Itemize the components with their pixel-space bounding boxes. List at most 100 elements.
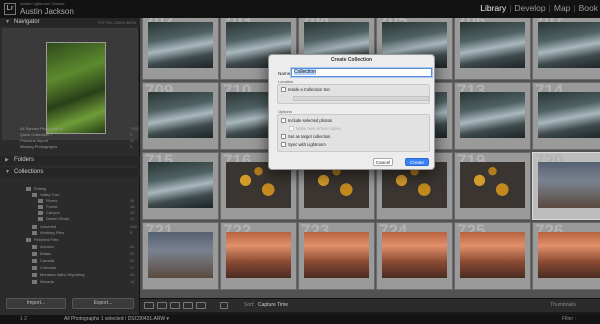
people-view-icon[interactable] [196,302,206,309]
grid-cell[interactable]: 706 [454,18,531,80]
collection-item[interactable]: Montana Idaho Wyoming 26 [32,272,134,277]
identity-bar: Lr Adobe Lightroom Classic Austin Jackso… [0,0,600,18]
collection-item[interactable]: Canada 30 [32,258,134,263]
inside-set-checkbox[interactable]: Inside a Collection Set [281,87,330,93]
filter-label[interactable]: Filter : [562,316,576,322]
collection-name-value: Collection [294,69,316,75]
navigator-preview [2,28,138,140]
collection-icon [32,272,37,277]
checkbox-icon [289,126,294,132]
painter-icon[interactable] [220,302,228,309]
photo-thumbnail[interactable] [226,232,291,278]
collection-set-item[interactable]: Valley Tour [32,192,59,197]
make-virtual-copies-checkbox[interactable]: Make new virtual copies [289,126,341,132]
photo-thumbnail[interactable] [460,22,525,68]
grid-cell[interactable]: 702 [142,18,219,80]
grid-cell[interactable]: 709 [142,81,219,150]
catalog-item[interactable]: Previous Import 24 [20,138,134,143]
collection-item[interactable]: Rivers 34 [38,198,134,203]
collection-item[interactable]: Nevada 14 [32,279,134,284]
grid-cell[interactable]: 714 [532,81,600,150]
sync-lightroom-checkbox[interactable]: Sync with Lightroom [281,142,326,148]
photo-thumbnail[interactable] [148,162,213,208]
collapse-triangle-icon: ▼ [5,19,10,25]
collapse-triangle-icon: ▼ [5,169,10,175]
survey-view-icon[interactable] [183,302,193,309]
photo-thumbnail[interactable] [460,92,525,138]
photo-thumbnail[interactable] [148,22,213,68]
grid-cell[interactable]: 722 [220,221,297,290]
checkbox-icon [281,142,286,148]
location-group: Inside a Collection Set [277,84,430,104]
collection-item[interactable]: Working Files 9 [32,230,132,235]
photo-thumbnail[interactable] [538,92,600,138]
grid-cell[interactable]: 720 [532,151,600,220]
photo-thumbnail[interactable] [538,162,600,208]
photo-thumbnail[interactable] [148,232,213,278]
grid-cell[interactable]: 707 [532,18,600,80]
collection-item[interactable]: Britain 22 [32,251,134,256]
checkbox-icon [281,87,286,93]
collections-header[interactable]: ▼ Collections [0,168,140,177]
module-book[interactable]: Book [579,3,598,13]
photo-thumbnail[interactable] [538,232,600,278]
sort-dropdown[interactable]: Capture Time [258,302,288,308]
collection-name-input[interactable]: Collection [291,68,432,77]
collection-item[interactable]: Desert Study 12 [38,216,134,221]
module-library[interactable]: Library [480,3,506,13]
set-target-checkbox[interactable]: Set as target collection [281,134,330,140]
collection-icon [32,230,37,235]
grid-cell[interactable]: 719 [454,151,531,220]
collection-icon [32,251,37,256]
grid-cell[interactable]: 721 [142,221,219,290]
grid-cell[interactable]: 724 [376,221,453,290]
folders-header[interactable]: ▶ Folders [0,156,140,165]
display-buttons[interactable]: 1 2 [20,316,27,322]
grid-cell[interactable]: 723 [298,221,375,290]
source-path[interactable]: All Photographs 1 selected / DSC00431.AR… [64,316,169,322]
navigator-header[interactable]: ▼ Navigator FIT FILL 100% 400% [0,18,140,27]
grid-cell[interactable]: 715 [142,151,219,220]
catalog-item[interactable]: Quick Collection +0 [20,132,132,137]
photo-thumbnail[interactable] [148,92,213,138]
module-map[interactable]: Map [554,3,571,13]
include-selected-checkbox[interactable]: Include selected photos [281,118,332,124]
collection-set-item[interactable]: Finished Files [26,237,59,242]
import-button[interactable]: Import... [6,298,66,309]
folder-icon [32,192,37,197]
grid-cell[interactable]: 713 [454,81,531,150]
dialog-title: Create Collection [330,57,373,63]
collection-icon [38,198,43,203]
grid-cell[interactable]: 726 [532,221,600,290]
cancel-button[interactable]: Cancel [373,158,393,166]
grid-view-icon[interactable] [144,302,154,309]
collection-set-dropdown[interactable] [293,96,429,101]
collection-item[interactable]: Arizona 41 [32,244,134,249]
navigator-title: Navigator [14,19,40,25]
compare-view-icon[interactable] [170,302,180,309]
catalog-item[interactable]: All Synced Photographs 7533 [20,126,139,131]
navigator-zoom-options[interactable]: FIT FILL 100% 400% [98,18,136,27]
photo-thumbnail[interactable] [460,162,525,208]
collection-item[interactable]: Unsorted 148 [32,224,137,229]
collection-item[interactable]: Colorado 17 [32,265,134,270]
create-button[interactable]: Create [405,158,429,166]
photo-thumbnail[interactable] [382,232,447,278]
export-button[interactable]: Export... [72,298,134,309]
lightroom-window: Lr Adobe Lightroom Classic Austin Jackso… [0,0,600,324]
module-picker: Library | Develop | Map | Book [480,3,598,13]
grid-cell[interactable]: 725 [454,221,531,290]
collection-item[interactable]: Canyon 25 [38,210,134,215]
left-panel: ▼ Navigator FIT FILL 100% 400% All Synce… [0,18,140,315]
photo-thumbnail[interactable] [538,22,600,68]
checkbox-icon [281,134,286,140]
collection-set-item[interactable]: Editing [26,186,46,191]
collection-item[interactable]: Forest 18 [38,204,134,209]
photo-thumbnail[interactable] [304,232,369,278]
catalog-item[interactable]: Missing Photographs 3 [20,144,132,149]
navigator-thumbnail[interactable] [46,42,106,134]
module-develop[interactable]: Develop [514,3,545,13]
photo-thumbnail[interactable] [460,232,525,278]
loupe-view-icon[interactable] [157,302,167,309]
grid-toolbar: Sort: Capture Time Thumbnails [140,298,600,312]
